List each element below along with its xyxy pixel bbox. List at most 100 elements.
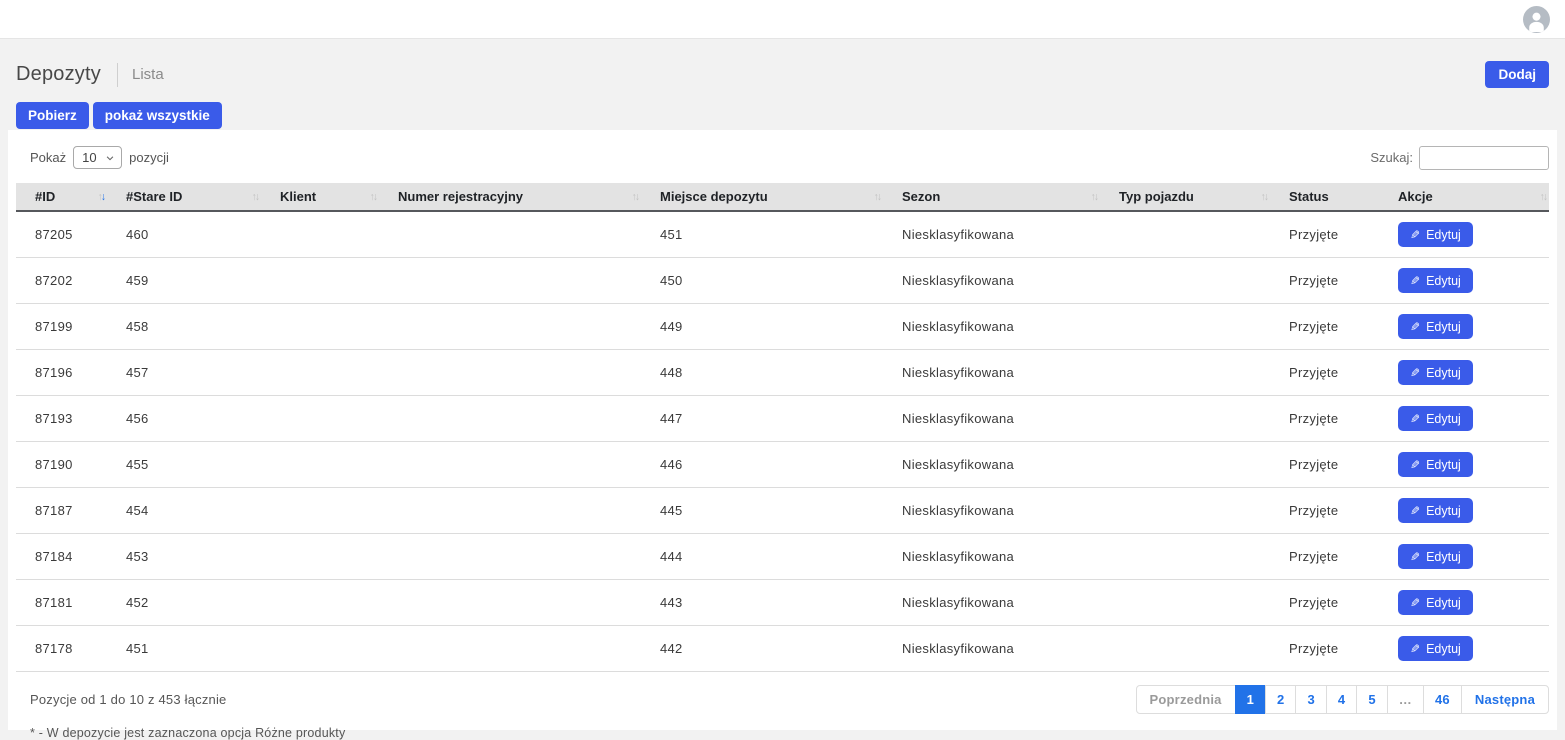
user-avatar[interactable] (1523, 6, 1550, 33)
cell-akcje: ✎ Edytuj (1379, 211, 1549, 258)
column-header[interactable]: #Stare ID ↑↓ (107, 183, 261, 211)
pagination-page-button[interactable]: 2 (1265, 685, 1296, 714)
topbar (0, 0, 1565, 39)
column-header[interactable]: Numer rejestracyjny ↑↓ (379, 183, 641, 211)
column-header[interactable]: Typ pojazdu ↑↓ (1100, 183, 1270, 211)
cell-old-id: 459 (107, 258, 261, 304)
cell-sezon: Niesklasyfikowana (883, 350, 1100, 396)
cell-miejsce-depozytu: 447 (641, 396, 883, 442)
pagination-page-button[interactable]: 4 (1326, 685, 1357, 714)
pagination-next-button[interactable]: Następna (1461, 685, 1549, 714)
sort-icon: ↑↓ (632, 191, 639, 203)
table-info: Pozycje od 1 do 10 z 453 łącznie (30, 692, 226, 707)
pagination-ellipsis: … (1387, 685, 1424, 714)
column-header: Status (1270, 183, 1379, 211)
cell-status: Przyjęte (1270, 350, 1379, 396)
cell-miejsce-depozytu: 451 (641, 211, 883, 258)
edit-button[interactable]: ✎ Edytuj (1398, 360, 1473, 385)
sort-icon: ↑↓ (1540, 191, 1547, 203)
column-header[interactable]: Akcje ↑↓ (1379, 183, 1549, 211)
pagination-page-button[interactable]: 46 (1423, 685, 1462, 714)
page-length-select[interactable]: 10 (73, 146, 122, 169)
column-header[interactable]: Miejsce depozytu ↑↓ (641, 183, 883, 211)
cell-akcje: ✎ Edytuj (1379, 488, 1549, 534)
edit-button[interactable]: ✎ Edytuj (1398, 222, 1473, 247)
cell-id: 87184 (16, 534, 107, 580)
table-row: 87178 451 442 Niesklasyfikowana Przyjęte… (16, 626, 1549, 672)
edit-button-label: Edytuj (1426, 366, 1461, 380)
cell-status: Przyjęte (1270, 488, 1379, 534)
edit-button[interactable]: ✎ Edytuj (1398, 268, 1473, 293)
cell-typ-pojazdu (1100, 258, 1270, 304)
cell-typ-pojazdu (1100, 580, 1270, 626)
cell-miejsce-depozytu: 443 (641, 580, 883, 626)
edit-button[interactable]: ✎ Edytuj (1398, 406, 1473, 431)
sort-icon: ↑↓ (874, 191, 881, 203)
add-button[interactable]: Dodaj (1485, 61, 1549, 88)
pencil-icon: ✎ (1410, 551, 1420, 563)
cell-old-id: 460 (107, 211, 261, 258)
cell-numer-rejestracyjny (379, 211, 641, 258)
cell-akcje: ✎ Edytuj (1379, 350, 1549, 396)
sort-icon: ↑↓ (252, 191, 259, 203)
edit-button[interactable]: ✎ Edytuj (1398, 498, 1473, 523)
cell-status: Przyjęte (1270, 211, 1379, 258)
column-header-label: Miejsce depozytu (660, 189, 768, 204)
table-row: 87199 458 449 Niesklasyfikowana Przyjęte… (16, 304, 1549, 350)
edit-button-label: Edytuj (1426, 596, 1461, 610)
cell-typ-pojazdu (1100, 350, 1270, 396)
cell-miejsce-depozytu: 446 (641, 442, 883, 488)
pagination-page-button[interactable]: 5 (1356, 685, 1387, 714)
pagination-page-button[interactable]: 3 (1295, 685, 1326, 714)
table-row: 87205 460 451 Niesklasyfikowana Przyjęte… (16, 211, 1549, 258)
cell-id: 87181 (16, 580, 107, 626)
cell-numer-rejestracyjny (379, 442, 641, 488)
edit-button[interactable]: ✎ Edytuj (1398, 636, 1473, 661)
column-header[interactable]: Sezon ↑↓ (883, 183, 1100, 211)
toolbar: Pobierz pokaż wszystkie (16, 102, 1549, 129)
edit-button[interactable]: ✎ Edytuj (1398, 544, 1473, 569)
download-button[interactable]: Pobierz (16, 102, 89, 129)
table-row: 87196 457 448 Niesklasyfikowana Przyjęte… (16, 350, 1549, 396)
cell-sezon: Niesklasyfikowana (883, 396, 1100, 442)
table-row: 87190 455 446 Niesklasyfikowana Przyjęte… (16, 442, 1549, 488)
cell-klient (261, 304, 379, 350)
column-header[interactable]: #ID ↑↓ (16, 183, 107, 211)
cell-typ-pojazdu (1100, 442, 1270, 488)
table-header-row: #ID ↑↓ #Stare ID ↑↓ Klient ↑↓ Numer reje… (16, 183, 1549, 211)
cell-numer-rejestracyjny (379, 626, 641, 672)
cell-sezon: Niesklasyfikowana (883, 534, 1100, 580)
pagination-page-button[interactable]: 1 (1235, 685, 1266, 714)
cell-status: Przyjęte (1270, 534, 1379, 580)
edit-button-label: Edytuj (1426, 458, 1461, 472)
cell-id: 87199 (16, 304, 107, 350)
cell-id: 87187 (16, 488, 107, 534)
cell-klient (261, 211, 379, 258)
title-row: Depozyty Lista Dodaj (16, 61, 1549, 88)
cell-old-id: 453 (107, 534, 261, 580)
cell-numer-rejestracyjny (379, 258, 641, 304)
edit-button[interactable]: ✎ Edytuj (1398, 590, 1473, 615)
table-row: 87202 459 450 Niesklasyfikowana Przyjęte… (16, 258, 1549, 304)
pencil-icon: ✎ (1410, 505, 1420, 517)
cell-status: Przyjęte (1270, 442, 1379, 488)
cell-id: 87178 (16, 626, 107, 672)
search-control: Szukaj: (1370, 146, 1549, 170)
show-all-button[interactable]: pokaż wszystkie (93, 102, 222, 129)
cell-typ-pojazdu (1100, 396, 1270, 442)
cell-akcje: ✎ Edytuj (1379, 534, 1549, 580)
cell-numer-rejestracyjny (379, 534, 641, 580)
pencil-icon: ✎ (1410, 459, 1420, 471)
column-header-label: Typ pojazdu (1119, 189, 1194, 204)
table-card: Pokaż 10 pozycji Szukaj: #ID ↑↓ #Stare I… (8, 130, 1557, 730)
deposits-table: #ID ↑↓ #Stare ID ↑↓ Klient ↑↓ Numer reje… (16, 183, 1549, 672)
edit-button-label: Edytuj (1426, 504, 1461, 518)
column-header[interactable]: Klient ↑↓ (261, 183, 379, 211)
edit-button[interactable]: ✎ Edytuj (1398, 452, 1473, 477)
edit-button[interactable]: ✎ Edytuj (1398, 314, 1473, 339)
pencil-icon: ✎ (1410, 413, 1420, 425)
cell-id: 87205 (16, 211, 107, 258)
search-input[interactable] (1419, 146, 1549, 170)
table-row: 87184 453 444 Niesklasyfikowana Przyjęte… (16, 534, 1549, 580)
column-header-label: Status (1289, 189, 1329, 204)
